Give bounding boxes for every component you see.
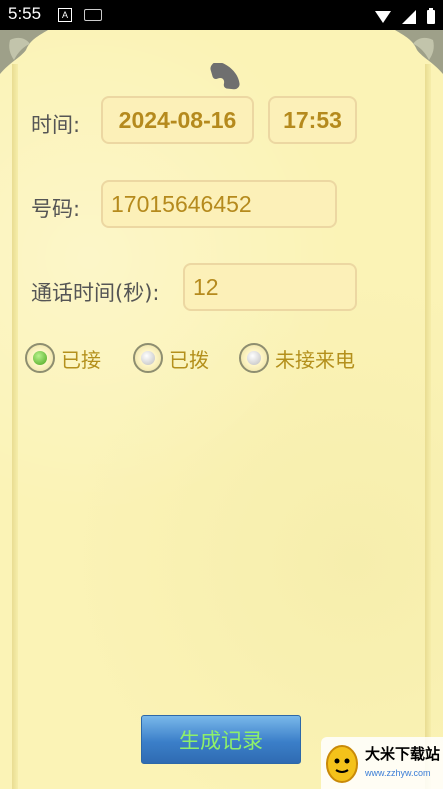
- wifi-icon: [374, 10, 391, 23]
- time-label: 时间:: [31, 113, 81, 137]
- duration-field[interactable]: 12: [183, 263, 357, 311]
- watermark-title: 大米下载站: [365, 745, 441, 763]
- status-time: 5:55: [8, 4, 42, 23]
- radio-answered[interactable]: 已接: [25, 343, 101, 373]
- right-border-rail: [425, 64, 431, 789]
- watermark-url: www.zzhyw.com: [365, 768, 431, 778]
- phone-number-field[interactable]: 17015646452: [101, 180, 337, 228]
- radio-circle-dialed[interactable]: [133, 343, 163, 373]
- radio-label-answered[interactable]: 已接: [61, 344, 101, 373]
- radio-circle-answered[interactable]: [25, 343, 55, 373]
- status-bar: 5:55 A: [0, 0, 443, 30]
- keyboard-icon: [84, 9, 102, 21]
- watermark-logo-icon: [326, 745, 358, 783]
- date-field[interactable]: 2024-08-16: [101, 96, 254, 144]
- corner-ornament-right: [395, 30, 443, 74]
- number-label: 号码:: [31, 197, 81, 221]
- radio-label-missed[interactable]: 未接来电: [275, 344, 355, 373]
- left-border-rail: [12, 64, 18, 789]
- radio-circle-missed[interactable]: [239, 343, 269, 373]
- paper-background: 时间: 2024-08-16 17:53 号码: 17015646452 通话时…: [0, 30, 443, 789]
- radio-dot-selected: [33, 351, 47, 365]
- radio-dialed[interactable]: 已拨: [133, 343, 209, 373]
- status-right-icons: [369, 6, 435, 25]
- time-field[interactable]: 17:53: [268, 96, 357, 144]
- radio-dot-unselected: [141, 351, 155, 365]
- generate-record-button[interactable]: 生成记录: [141, 715, 301, 764]
- radio-label-dialed[interactable]: 已拨: [169, 344, 209, 373]
- a-notification-icon: A: [58, 8, 72, 22]
- signal-icon: [401, 9, 416, 24]
- duration-label: 通话时间(秒):: [31, 281, 160, 305]
- corner-ornament-left: [0, 30, 48, 74]
- radio-missed[interactable]: 未接来电: [239, 343, 355, 373]
- radio-dot-unselected: [247, 351, 261, 365]
- battery-icon: [427, 7, 435, 24]
- watermark: 大米下载站 www.zzhyw.com: [321, 737, 443, 789]
